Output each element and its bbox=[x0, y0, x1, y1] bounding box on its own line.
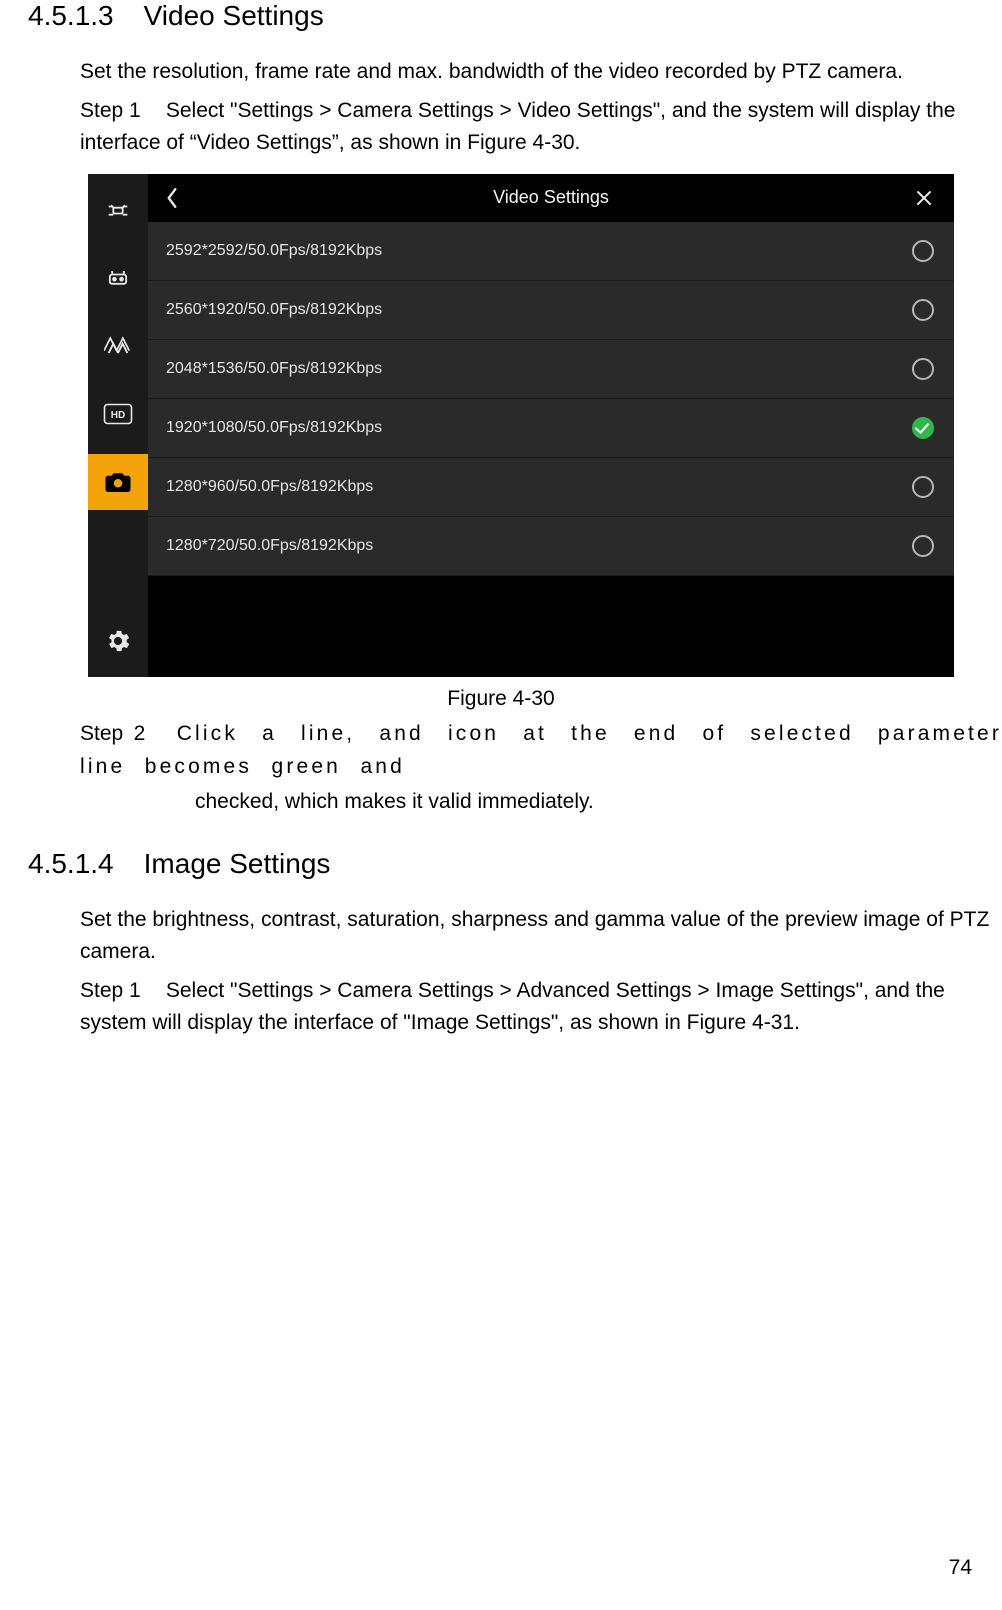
video-option-row[interactable]: 2048*1536/50.0Fps/8192Kbps bbox=[148, 340, 954, 399]
video-option-label: 2592*2592/50.0Fps/8192Kbps bbox=[166, 242, 382, 260]
back-icon[interactable] bbox=[148, 174, 196, 222]
sidebar-signal-icon[interactable] bbox=[100, 328, 136, 364]
step1-image-text: Select "Settings > Camera Settings > Adv… bbox=[80, 979, 945, 1035]
video-option-row[interactable]: 2560*1920/50.0Fps/8192Kbps bbox=[148, 281, 954, 340]
close-icon[interactable] bbox=[904, 174, 944, 222]
video-option-row[interactable]: 1280*960/50.0Fps/8192Kbps bbox=[148, 458, 954, 517]
step1-video: Step 1 Select "Settings > Camera Setting… bbox=[80, 95, 1002, 160]
step1-label: Step 1 bbox=[80, 95, 160, 128]
heading-image-settings: 4.5.1.4 Image Settings bbox=[28, 848, 1002, 880]
screenshot-video-settings: HD bbox=[88, 174, 954, 677]
screenshot-main: Video Settings 2592*2592/50.0Fps/8192Kbp… bbox=[148, 174, 954, 677]
heading-video-settings: 4.5.1.3 Video Settings bbox=[28, 0, 1002, 32]
step2-line1: Click a line, and icon at the end of sel… bbox=[80, 722, 1002, 779]
video-option-row[interactable]: 2592*2592/50.0Fps/8192Kbps bbox=[148, 222, 954, 281]
sidebar-camera-icon[interactable] bbox=[88, 454, 148, 510]
video-option-label: 2048*1536/50.0Fps/8192Kbps bbox=[166, 360, 382, 378]
heading-number: 4.5.1.4 bbox=[28, 848, 114, 879]
heading-title: Image Settings bbox=[144, 848, 331, 879]
radio-icon[interactable] bbox=[912, 240, 934, 262]
page: 4.5.1.3 Video Settings Set the resolution… bbox=[0, 0, 1002, 1610]
intro-image-settings: Set the brightness, contrast, saturation… bbox=[80, 904, 1002, 969]
step1-image: Step 1 Select "Settings > Camera Setting… bbox=[80, 975, 1002, 1040]
step2-video: Step 2 Click a line, and icon at the end… bbox=[80, 717, 1002, 784]
intro-video-settings: Set the resolution, frame rate and max. … bbox=[80, 56, 1002, 89]
step2-line2: checked, which makes it valid immediatel… bbox=[195, 790, 1002, 814]
sidebar-drone-icon[interactable] bbox=[100, 192, 136, 228]
video-option-label: 1920*1080/50.0Fps/8192Kbps bbox=[166, 419, 382, 437]
step2-label: Step 2 bbox=[80, 722, 145, 745]
screenshot-list: 2592*2592/50.0Fps/8192Kbps 2560*1920/50.… bbox=[148, 222, 954, 576]
sidebar-gear-icon[interactable] bbox=[100, 623, 136, 659]
radio-icon[interactable] bbox=[912, 299, 934, 321]
step1-text: Select "Settings > Camera Settings > Vid… bbox=[80, 99, 955, 155]
radio-icon[interactable] bbox=[912, 535, 934, 557]
screenshot-title: Video Settings bbox=[148, 187, 954, 208]
radio-icon[interactable] bbox=[912, 476, 934, 498]
screenshot-sidebar: HD bbox=[88, 174, 148, 677]
heading-number: 4.5.1.3 bbox=[28, 0, 114, 31]
screenshot-header: Video Settings bbox=[148, 174, 954, 222]
video-option-row[interactable]: 1920*1080/50.0Fps/8192Kbps bbox=[148, 399, 954, 458]
radio-selected-icon[interactable] bbox=[912, 417, 934, 439]
video-option-row[interactable]: 1280*720/50.0Fps/8192Kbps bbox=[148, 517, 954, 576]
step1-image-label: Step 1 bbox=[80, 975, 160, 1008]
video-option-label: 1280*960/50.0Fps/8192Kbps bbox=[166, 478, 373, 496]
radio-icon[interactable] bbox=[912, 358, 934, 380]
heading-title: Video Settings bbox=[144, 0, 324, 31]
sidebar-hd-icon[interactable]: HD bbox=[100, 396, 136, 432]
sidebar-remote-icon[interactable] bbox=[100, 260, 136, 296]
figure-caption: Figure 4-30 bbox=[0, 687, 1002, 711]
video-option-label: 2560*1920/50.0Fps/8192Kbps bbox=[166, 301, 382, 319]
video-option-label: 1280*720/50.0Fps/8192Kbps bbox=[166, 537, 373, 555]
svg-text:HD: HD bbox=[111, 410, 125, 421]
page-number: 74 bbox=[949, 1556, 972, 1580]
